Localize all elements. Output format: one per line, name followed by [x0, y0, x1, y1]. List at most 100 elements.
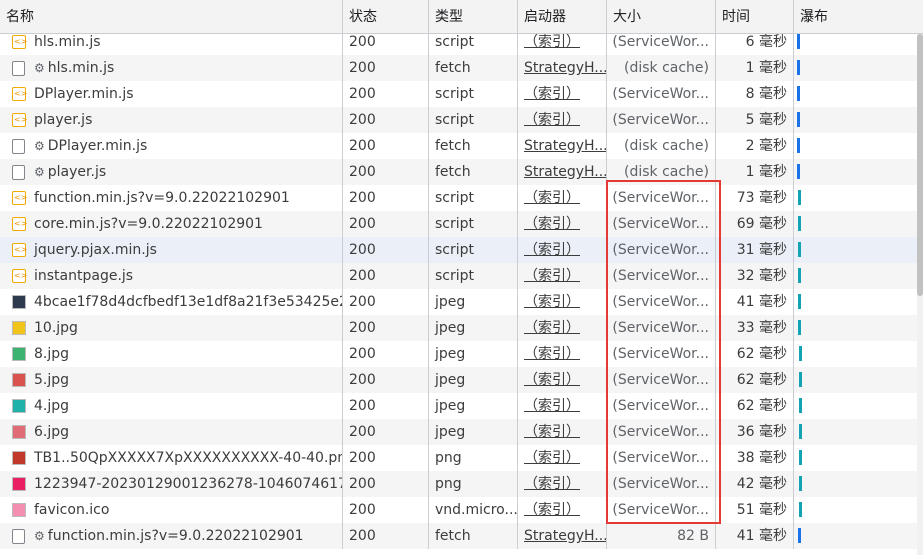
time-cell: 1 毫秒 [716, 55, 794, 81]
column-header-time[interactable]: 时间 [716, 0, 794, 34]
request-name-cell[interactable]: ⚙ hls.min.js [0, 55, 343, 81]
column-header-status[interactable]: 状态 [343, 0, 429, 34]
size-cell: (ServiceWor... [607, 263, 716, 289]
initiator-link[interactable]: （索引） [518, 471, 607, 497]
service-worker-gear-icon: ⚙ [34, 165, 45, 179]
initiator-link[interactable]: StrategyH... [518, 55, 607, 81]
request-name: favicon.ico [34, 502, 110, 518]
request-name-cell[interactable]: player.js [0, 107, 343, 133]
initiator-link[interactable]: （索引） [518, 419, 607, 445]
table-row[interactable]: player.js 200script（索引）(ServiceWor...5 毫秒 [0, 107, 917, 133]
time-cell: 2 毫秒 [716, 133, 794, 159]
request-name-cell[interactable]: favicon.ico [0, 497, 343, 523]
request-name: DPlayer.min.js [47, 138, 148, 154]
time-cell: 6 毫秒 [716, 34, 794, 55]
table-row[interactable]: TB1..50QpXXXXX7XpXXXXXXXXXX-40-40.png 200… [0, 445, 917, 471]
table-row[interactable]: 1223947-20230129001236278-1046074617....… [0, 471, 917, 497]
table-row[interactable]: ⚙ function.min.js?v=9.0.22022102901 200 fet… [0, 523, 917, 549]
initiator-link[interactable]: （索引） [518, 211, 607, 237]
initiator-link[interactable]: （索引） [518, 289, 607, 315]
initiator-link[interactable]: （索引） [518, 107, 607, 133]
column-header-initiator[interactable]: 启动器 [518, 0, 607, 34]
status-cell: 200 [343, 393, 429, 419]
table-row[interactable]: DPlayer.min.js 200script（索引）(ServiceWor..… [0, 81, 917, 107]
initiator-link[interactable]: （索引） [518, 237, 607, 263]
table-row[interactable]: hls.min.js 200script（索引）(ServiceWor...6 毫… [0, 34, 917, 55]
column-header-size[interactable]: 大小 [607, 0, 716, 34]
column-header-type[interactable]: 类型 [429, 0, 518, 34]
table-row[interactable]: instantpage.js 200script（索引）(ServiceWor..… [0, 263, 917, 289]
initiator-link[interactable]: （索引） [518, 263, 607, 289]
fetch-request-icon [12, 165, 25, 180]
table-row[interactable]: 4bcae1f78d4dcfbedf13e1df8a21f3e53425e2..… [0, 289, 917, 315]
type-cell: script [429, 81, 518, 107]
table-row[interactable]: 6.jpg 200 jpeg （索引） (ServiceWor... 36 毫秒 [0, 419, 917, 445]
request-name-cell[interactable]: ⚙ DPlayer.min.js [0, 133, 343, 159]
request-name-cell[interactable]: TB1..50QpXXXXX7XpXXXXXXXXXX-40-40.png [0, 445, 343, 471]
vertical-scrollbar-thumb[interactable] [917, 34, 923, 296]
waterfall-cell [794, 497, 917, 523]
table-row[interactable]: favicon.ico 200 vnd.micro... （索引） (ServiceWo… [0, 497, 917, 523]
request-name-cell[interactable]: instantpage.js [0, 263, 343, 289]
table-row[interactable]: jquery.pjax.min.js 200script（索引）(ServiceW… [0, 237, 917, 263]
initiator-link[interactable]: （索引） [518, 315, 607, 341]
request-name-cell[interactable]: hls.min.js [0, 34, 343, 55]
status-cell: 200 [343, 159, 429, 185]
request-name-cell[interactable]: 4.jpg [0, 393, 343, 419]
image-thumbnail-icon [12, 321, 26, 335]
waterfall-bar [799, 372, 802, 387]
initiator-link[interactable]: （索引） [518, 185, 607, 211]
time-cell: 51 毫秒 [716, 497, 794, 523]
table-row[interactable]: core.min.js?v=9.0.22022102901 200script（索… [0, 211, 917, 237]
request-name-cell[interactable]: ⚙ function.min.js?v=9.0.22022102901 [0, 523, 343, 549]
size-cell: (ServiceWor... [607, 315, 716, 341]
request-name-cell[interactable]: DPlayer.min.js [0, 81, 343, 107]
request-name-cell[interactable]: core.min.js?v=9.0.22022102901 [0, 211, 343, 237]
type-cell: png [429, 471, 518, 497]
table-row[interactable]: function.min.js?v=9.0.22022102901 200scri… [0, 185, 917, 211]
size-cell: (ServiceWor... [607, 237, 716, 263]
table-row[interactable]: ⚙ player.js 200 fetch StrategyH... (disk cach… [0, 159, 917, 185]
initiator-link[interactable]: StrategyH... [518, 523, 607, 549]
waterfall-bar [797, 60, 800, 75]
request-name-cell[interactable]: 5.jpg [0, 367, 343, 393]
size-cell: (disk cache) [607, 159, 716, 185]
time-cell: 1 毫秒 [716, 159, 794, 185]
request-name-cell[interactable]: 4bcae1f78d4dcfbedf13e1df8a21f3e53425e2..… [0, 289, 343, 315]
initiator-link[interactable]: （索引） [518, 497, 607, 523]
request-name-cell[interactable]: 6.jpg [0, 419, 343, 445]
status-cell: 200 [343, 237, 429, 263]
request-name-cell[interactable]: jquery.pjax.min.js [0, 237, 343, 263]
column-header-name[interactable]: 名称 [0, 0, 343, 34]
initiator-link[interactable]: （索引） [518, 367, 607, 393]
request-name-cell[interactable]: function.min.js?v=9.0.22022102901 [0, 185, 343, 211]
initiator-link[interactable]: （索引） [518, 445, 607, 471]
request-name-cell[interactable]: ⚙ player.js [0, 159, 343, 185]
request-name: 6.jpg [34, 424, 70, 440]
request-name-cell[interactable]: 1223947-20230129001236278-1046074617.... [0, 471, 343, 497]
request-name: function.min.js?v=9.0.22022102901 [47, 528, 304, 544]
request-name-cell[interactable]: 8.jpg [0, 341, 343, 367]
column-header-waterfall[interactable]: 瀑布 [794, 0, 923, 34]
initiator-link[interactable]: （索引） [518, 393, 607, 419]
table-row[interactable]: ⚙ hls.min.js 200 fetch StrategyH... (disk cac… [0, 55, 917, 81]
type-cell: script [429, 237, 518, 263]
request-name-cell[interactable]: 10.jpg [0, 315, 343, 341]
table-row[interactable]: 5.jpg 200 jpeg （索引） (ServiceWor... 62 毫秒 [0, 367, 917, 393]
table-row[interactable]: 8.jpg 200 jpeg （索引） (ServiceWor... 62 毫秒 [0, 341, 917, 367]
type-cell: fetch [429, 55, 518, 81]
initiator-link[interactable]: （索引） [518, 341, 607, 367]
initiator-link[interactable]: StrategyH... [518, 133, 607, 159]
table-row[interactable]: ⚙ DPlayer.min.js 200 fetch StrategyH... (disk… [0, 133, 917, 159]
table-row[interactable]: 4.jpg 200 jpeg （索引） (ServiceWor... 62 毫秒 [0, 393, 917, 419]
initiator-link[interactable]: （索引） [518, 34, 607, 55]
type-cell: fetch [429, 133, 518, 159]
time-cell: 5 毫秒 [716, 107, 794, 133]
waterfall-cell [794, 55, 917, 81]
waterfall-bar [798, 216, 801, 231]
script-file-icon [12, 185, 27, 211]
table-row[interactable]: 10.jpg 200 jpeg （索引） (ServiceWor... 33 毫秒 [0, 315, 917, 341]
status-cell: 200 [343, 497, 429, 523]
initiator-link[interactable]: （索引） [518, 81, 607, 107]
initiator-link[interactable]: StrategyH... [518, 159, 607, 185]
